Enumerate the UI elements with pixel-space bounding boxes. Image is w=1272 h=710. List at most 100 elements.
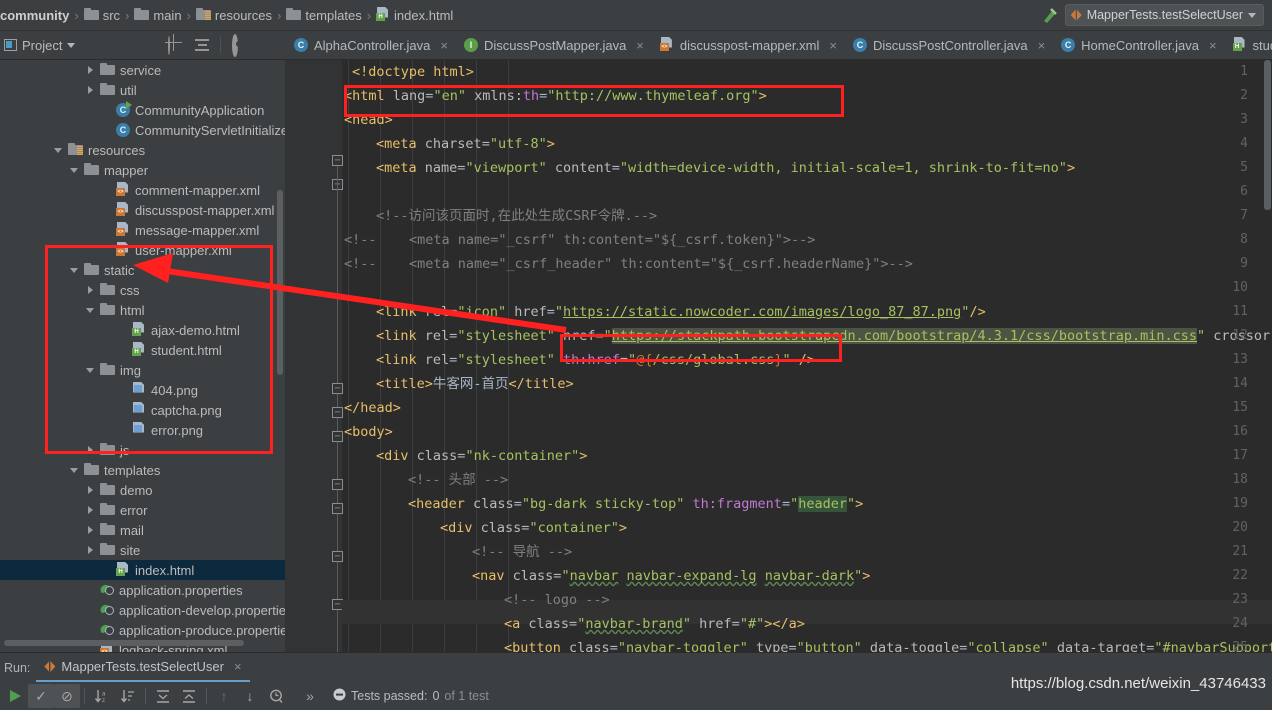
tree-item-service[interactable]: service [0,60,285,80]
chevron-down-icon[interactable] [86,365,96,375]
tree-item-index-html[interactable]: Hindex.html [0,560,285,580]
breadcrumb-item-resources[interactable]: resources [195,7,272,23]
hide-panel-icon[interactable] [259,37,275,53]
editor-tab-homecontroller[interactable]: C HomeController.java × [1052,31,1223,60]
tree-item-resources[interactable]: resources [0,140,285,160]
chevron-down-icon[interactable] [54,145,64,155]
tree-item-site[interactable]: site [0,540,285,560]
tree-item-student-html[interactable]: Hstudent.html [0,340,285,360]
close-icon[interactable]: × [1209,38,1217,53]
chevron-down-icon[interactable] [70,265,80,275]
chevron-right-icon[interactable] [86,505,96,515]
chevron-right-icon[interactable] [86,445,96,455]
run-tab-mappertests[interactable]: MapperTests.testSelectUser × [36,654,250,682]
editor-tab-student[interactable]: H student [1224,31,1272,60]
tree-item-label: service [120,62,162,78]
tree-item-mapper[interactable]: mapper [0,160,285,180]
sort-by-duration-icon[interactable] [115,684,141,708]
tree-item-util[interactable]: util [0,80,285,100]
expand-all-icon[interactable] [150,684,176,708]
code-content[interactable]: <!doctype html> <html lang="en" xmlns:th… [342,60,1272,652]
breadcrumb-label: index.html [394,7,454,23]
code-line-2: <html lang="en" xmlns:th="http://www.thy… [344,88,767,104]
tree-item-404-png[interactable]: 404.png [0,380,285,400]
tree-item-communityservletinitializer[interactable]: C CommunityServletInitializer [0,120,285,140]
close-icon[interactable]: × [440,38,448,53]
editor-tab-alphacontroller[interactable]: C AlphaController.java × [285,31,455,60]
show-passed-icon[interactable]: ✓ [28,684,54,708]
breadcrumb-item-src[interactable]: src [83,7,120,23]
editor-gutter[interactable] [285,60,342,652]
code-line-22: <nav class="navbar navbar-expand-lg navb… [472,568,871,584]
tree-item-mail[interactable]: mail [0,520,285,540]
tree-item-demo[interactable]: demo [0,480,285,500]
tree-item-templates[interactable]: templates [0,460,285,480]
chevron-right-icon[interactable] [86,525,96,535]
next-failed-test-icon[interactable]: ↓ [237,684,263,708]
editor-tab-discusspostmapper[interactable]: I DiscussPostMapper.java × [455,31,651,60]
chevron-down-icon[interactable] [70,465,80,475]
collapse-all-icon[interactable] [195,38,209,52]
tree-item-html[interactable]: html [0,300,285,320]
close-icon[interactable]: × [1038,38,1046,53]
run-config-selector[interactable]: MapperTests.testSelectUser [1064,4,1264,26]
editor-tab-discusspost-mapper-xml[interactable]: <> discusspost-mapper.xml × [651,31,844,60]
project-tree[interactable]: service util C CommunityApplication C Communi… [0,60,285,652]
tree-vertical-scrollbar[interactable] [277,190,283,375]
sort-alphabetically-icon[interactable]: a z [89,684,115,708]
breadcrumb-item-main[interactable]: main [134,7,182,23]
editor-vertical-scrollbar[interactable] [1264,60,1271,210]
chevron-down-icon[interactable] [70,165,80,175]
chevron-right-icon[interactable] [86,485,96,495]
tree-item-css[interactable]: css [0,280,285,300]
chevron-right-icon[interactable] [86,285,96,295]
toolbar-overflow-icon[interactable]: » [297,684,323,708]
tree-item-js[interactable]: js [0,440,285,460]
tree-item-application-develop-properties[interactable]: application-develop.properties [0,600,285,620]
build-hammer-icon[interactable] [1039,5,1059,25]
tree-item-user-mapper-xml[interactable]: <> user-mapper.xml [0,240,285,260]
tree-horizontal-scrollbar[interactable] [4,640,244,646]
tree-item-static[interactable]: static [0,260,285,280]
code-editor[interactable]: − − − − − − − − − <!doctype html> <html … [285,60,1272,652]
close-icon[interactable]: × [234,659,242,674]
locate-icon[interactable] [168,36,184,55]
breadcrumb-item-index-html[interactable]: H index.html [376,6,454,24]
tree-item-comment-mapper-xml[interactable]: <> comment-mapper.xml [0,180,285,200]
settings-gear-icon[interactable] [232,34,248,57]
tree-item-communityapplication[interactable]: C CommunityApplication [0,100,285,120]
tree-item-error-png[interactable]: error.png [0,420,285,440]
chevron-right-icon[interactable] [86,65,96,75]
code-line-19: <header class="bg-dark sticky-top" th:fr… [408,496,864,512]
chevron-right-icon[interactable] [86,85,96,95]
chevron-down-icon[interactable] [86,305,96,315]
tree-item-discusspost-mapper-xml[interactable]: <> discusspost-mapper.xml [0,200,285,220]
editor-tab-discusspostcontroller[interactable]: C DiscussPostController.java × [844,31,1052,60]
tree-item-application-produce-properties[interactable]: application-produce.properties [0,620,285,640]
project-tool-window-button[interactable]: Project [4,38,76,53]
test-history-icon[interactable] [263,684,289,708]
tree-item-label: 404.png [151,382,198,398]
properties-file-icon [100,622,114,639]
breadcrumb: community › src › main › resources › tem… [0,6,1039,24]
folder-icon [100,482,115,498]
chevron-right-icon[interactable] [86,545,96,555]
close-icon[interactable]: × [636,38,644,53]
tree-item-error[interactable]: error [0,500,285,520]
tree-item-application-properties[interactable]: application.properties [0,580,285,600]
hide-passed-icon[interactable]: ⊘ [54,684,80,708]
line-number: 12 [1232,328,1248,343]
breadcrumb-item-community[interactable]: community [0,8,69,23]
collapse-all-icon[interactable] [176,684,202,708]
tree-item-ajax-demo-html[interactable]: Hajax-demo.html [0,320,285,340]
tree-item-message-mapper-xml[interactable]: <> message-mapper.xml [0,220,285,240]
rerun-icon[interactable] [2,684,28,708]
breadcrumb-item-templates[interactable]: templates [286,7,362,23]
tree-item-img[interactable]: img [0,360,285,380]
close-icon[interactable]: × [829,38,837,53]
tree-item-captcha-png[interactable]: captcha.png [0,400,285,420]
previous-failed-test-icon[interactable]: ↑ [211,684,237,708]
line-number: 23 [1232,592,1248,607]
